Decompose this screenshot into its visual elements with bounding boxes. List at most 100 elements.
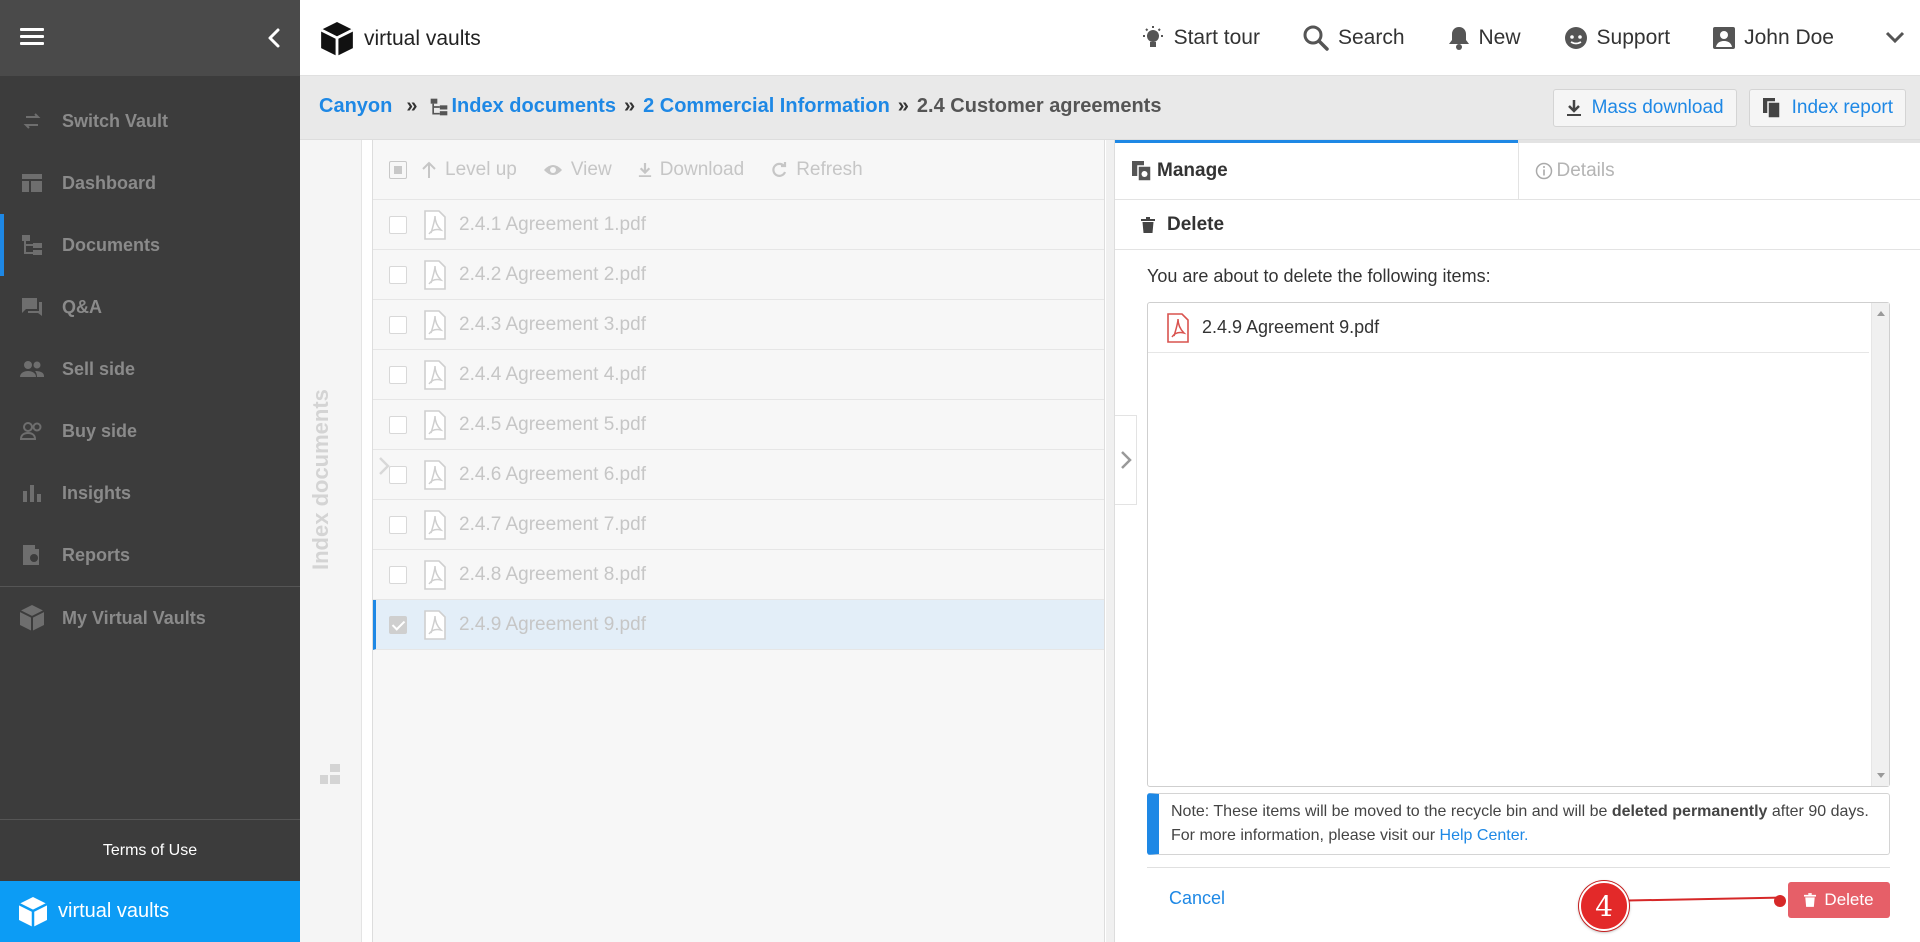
file-row[interactable]: 2.4.7 Agreement 7.pdf [373,500,1104,550]
file-name: 2.4.7 Agreement 7.pdf [459,513,646,535]
row-checkbox[interactable] [389,315,407,334]
view-label: View [570,158,612,180]
logo[interactable]: virtual vaults [320,20,481,58]
terms-of-use-link[interactable]: Terms of Use [0,819,300,881]
start-tour-label: Start tour [1173,26,1260,49]
breadcrumb-index-documents[interactable]: Index documents [451,95,615,118]
breadcrumb-current: 2.4 Customer agreements [916,95,1162,117]
pane-splitter[interactable] [1106,140,1114,942]
refresh-icon [772,161,787,177]
pdf-file-icon [424,409,446,440]
select-all-checkbox[interactable] [389,160,407,179]
mass-download-button[interactable]: Mass download [1552,89,1737,127]
file-name: 2.4.2 Agreement 2.pdf [459,263,646,285]
mass-download-label: Mass download [1591,97,1724,118]
file-row[interactable]: 2.4.1 Agreement 1.pdf [373,200,1104,250]
download-button[interactable]: Download [638,158,745,181]
user-name: John Doe [1744,26,1834,49]
row-checkbox[interactable] [389,515,407,534]
file-row[interactable]: 2.4.2 Agreement 2.pdf [373,250,1104,300]
cancel-button[interactable]: Cancel [1169,888,1225,909]
sidebar-item-label: Documents [62,234,161,255]
breadcrumb: Canyon » Index documents » 2 Commercial … [319,95,1161,118]
panel-tabs: Manage Details [1115,140,1920,200]
tab-details[interactable]: Details [1517,140,1920,199]
sidebar-item-switch-vault[interactable]: Switch Vault [0,90,300,152]
row-checkbox[interactable] [389,565,407,584]
sidebar-item-label: Buy side [62,420,138,441]
row-checkbox[interactable] [389,215,407,234]
new-label: New [1478,26,1521,49]
breadcrumb-actions: Mass download Index report [1541,89,1906,127]
refresh-button[interactable]: Refresh [770,159,863,181]
row-checkbox[interactable] [389,365,407,384]
collapse-sidebar-icon[interactable] [260,22,288,54]
file-row[interactable]: 2.4.6 Agreement 6.pdf [373,450,1104,500]
folder-tree-icon [318,762,342,791]
swap-icon [18,107,46,135]
sidebar-item-reports[interactable]: Reports [0,524,300,586]
row-checkbox[interactable] [389,265,407,284]
index-documents-side-tab[interactable]: Index documents [300,140,362,942]
file-toolbar: Level up View Download Refresh [373,140,1104,200]
sidebar-item-sell-side[interactable]: Sell side [0,338,300,400]
start-tour-button[interactable]: Start tour [1140,25,1260,51]
delete-button[interactable]: Delete [1788,882,1890,918]
folder-tree-icon [18,231,46,259]
sidebar-item-label: Switch Vault [62,110,169,131]
expand-tree-chevron-icon[interactable] [374,446,396,486]
manage-panel: Manage Details Delete You are about to d… [1114,140,1920,942]
sidebar-item-label: Insights [62,482,132,503]
row-checkbox[interactable] [389,615,407,634]
file-row[interactable]: 2.4.5 Agreement 5.pdf [373,400,1104,450]
chevron-down-icon[interactable] [1884,28,1906,49]
menu-icon[interactable] [20,28,44,48]
brand-name: virtual vaults [58,900,170,922]
collapse-panel-chevron[interactable] [1115,415,1137,505]
sidebar-top [0,0,300,76]
row-checkbox[interactable] [389,415,407,434]
side-tab-label: Index documents [308,389,333,570]
download-label: Download [659,158,745,180]
chat-icon [18,293,46,321]
manage-files-icon [1132,161,1152,182]
breadcrumb-canyon[interactable]: Canyon [319,95,392,118]
tab-manage[interactable]: Manage [1115,140,1518,199]
level-up-label: Level up [445,158,517,180]
help-center-link[interactable]: Help Center. [1440,827,1529,844]
sidebar-item-dashboard[interactable]: Dashboard [0,152,300,214]
delete-button-label: Delete [1824,890,1874,909]
bar-chart-icon [18,479,46,507]
documents-copy-icon [1762,98,1781,119]
view-button[interactable]: View [543,159,612,181]
search-button[interactable]: Search [1302,24,1405,52]
breadcrumb-commercial-information[interactable]: 2 Commercial Information [643,95,890,118]
users-icon [18,355,46,383]
file-name: 2.4.8 Agreement 8.pdf [459,563,646,585]
file-row-selected[interactable]: 2.4.9 Agreement 9.pdf [373,600,1104,650]
index-report-button[interactable]: Index report [1748,89,1906,127]
sidebar-item-my-virtual-vaults[interactable]: My Virtual Vaults [0,587,300,649]
file-row[interactable]: 2.4.8 Agreement 8.pdf [373,550,1104,600]
tab-manage-label: Manage [1157,160,1228,181]
refresh-label: Refresh [796,158,863,180]
pdf-file-icon [424,209,446,240]
list-scrollbar[interactable] [1871,303,1889,786]
delete-items-list[interactable]: 2.4.9 Agreement 9.pdf [1147,302,1890,787]
sidebar-item-buy-side[interactable]: Buy side [0,400,300,462]
sidebar-item-insights[interactable]: Insights [0,462,300,524]
sidebar-item-documents[interactable]: Documents [0,214,300,276]
report-icon [18,541,46,569]
level-up-button[interactable]: Level up [421,159,517,181]
pdf-file-icon [424,459,446,490]
support-button[interactable]: Support [1563,25,1670,51]
user-menu[interactable]: John Doe [1712,26,1834,50]
step-number-badge: 4 [1579,881,1629,931]
file-row[interactable]: 2.4.4 Agreement 4.pdf [373,350,1104,400]
file-row[interactable]: 2.4.3 Agreement 3.pdf [373,300,1104,350]
index-report-label: Index report [1791,97,1893,118]
sidebar-item-qa[interactable]: Q&A [0,276,300,338]
info-icon [1535,162,1552,180]
folder-tree-icon [431,98,448,115]
new-button[interactable]: New [1447,25,1521,51]
